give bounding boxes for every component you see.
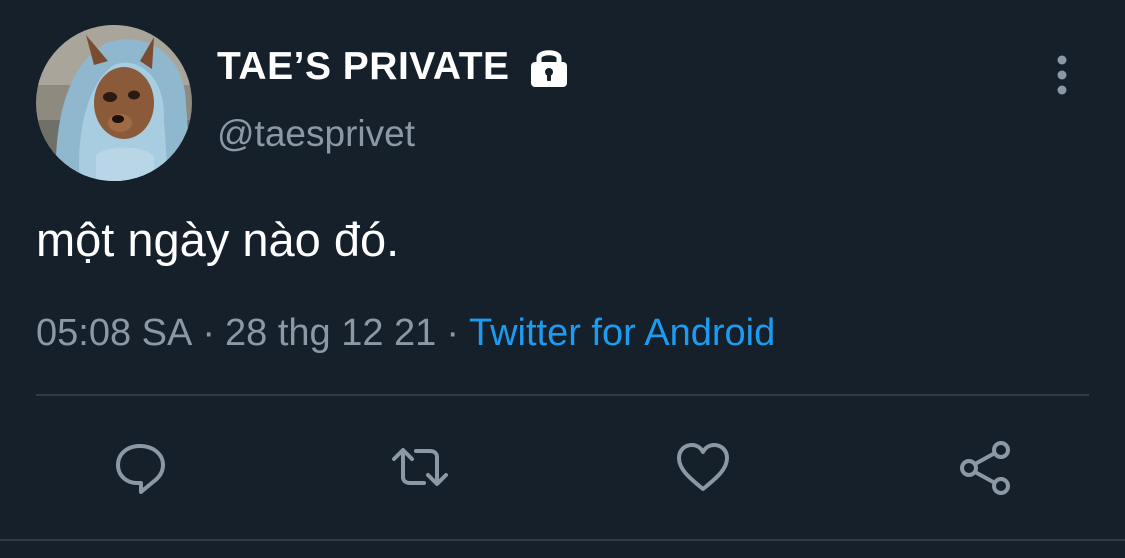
tweet-meta: 05:08 SA · 28 thg 12 21 · Twitter for Androi… bbox=[36, 310, 775, 356]
reply-icon bbox=[116, 444, 165, 494]
more-vertical-icon[interactable] bbox=[1046, 52, 1078, 98]
user-handle[interactable]: @taesprivet bbox=[217, 113, 415, 155]
retweet-button[interactable] bbox=[385, 432, 455, 502]
share-icon bbox=[960, 441, 1010, 495]
share-button[interactable] bbox=[950, 432, 1020, 502]
tweet-time: 05:08 SA bbox=[36, 312, 193, 354]
display-name[interactable]: TAE’S PRIVATE bbox=[217, 45, 570, 89]
dog-in-hoodie-avatar-icon bbox=[36, 25, 192, 181]
display-name-text: TAE’S PRIVATE bbox=[217, 45, 510, 88]
tweet-text: một ngày nào đó. bbox=[36, 213, 400, 266]
bottom-divider bbox=[0, 539, 1125, 541]
tweet-source-link[interactable]: Twitter for Android bbox=[469, 312, 775, 354]
tweet-detail: TAE’S PRIVATE @taesprivet một ngày nào đ… bbox=[0, 0, 1125, 558]
retweet-icon bbox=[392, 448, 448, 486]
divider bbox=[36, 394, 1089, 396]
avatar[interactable] bbox=[36, 25, 192, 181]
heart-icon bbox=[677, 443, 729, 491]
meta-separator: · bbox=[202, 312, 215, 354]
lock-icon bbox=[528, 45, 570, 89]
like-button[interactable] bbox=[668, 432, 738, 502]
tweet-date: 28 thg 12 21 bbox=[225, 312, 437, 354]
meta-separator: · bbox=[446, 312, 459, 354]
reply-button[interactable] bbox=[105, 432, 175, 502]
